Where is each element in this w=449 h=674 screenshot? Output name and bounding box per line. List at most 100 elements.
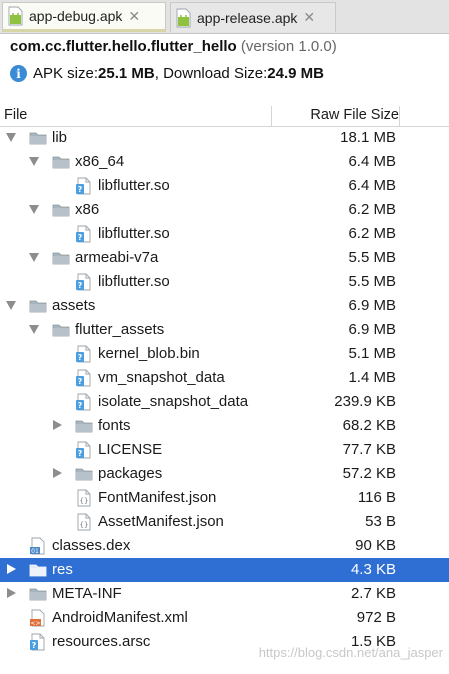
unknown-file-icon <box>75 177 93 195</box>
folder-icon <box>75 417 93 435</box>
row-name: FontManifest.json <box>98 489 217 506</box>
json-file-icon <box>75 513 93 531</box>
tree-row-android-manifest[interactable]: AndroidManifest.xml 972 B <box>0 606 449 630</box>
row-size: 6.9 MB <box>348 297 396 314</box>
folder-icon <box>52 201 70 219</box>
row-size: 972 B <box>356 609 396 626</box>
column-divider[interactable] <box>271 106 272 126</box>
chevron-down-icon[interactable] <box>29 325 39 334</box>
row-size: 68.2 KB <box>342 417 396 434</box>
row-size: 5.1 MB <box>348 345 396 362</box>
row-size: 6.9 MB <box>348 321 396 338</box>
row-name: isolate_snapshot_data <box>98 393 249 410</box>
column-header-file[interactable]: File <box>4 107 27 123</box>
row-name: kernel_blob.bin <box>98 345 200 362</box>
row-size: 2.7 KB <box>350 585 396 602</box>
tree-row-libflutter-x86_64[interactable]: libflutter.so 6.4 MB <box>0 174 449 198</box>
tree-row-assets[interactable]: assets 6.9 MB <box>0 294 449 318</box>
chevron-right-icon[interactable] <box>7 588 16 598</box>
row-name: AndroidManifest.xml <box>52 609 188 626</box>
tree-row-res[interactable]: res 4.3 KB <box>0 558 449 582</box>
row-name: libflutter.so <box>98 273 170 290</box>
tree-row-license[interactable]: LICENSE 77.7 KB <box>0 438 449 462</box>
row-name: META-INF <box>52 585 122 602</box>
row-size: 239.9 KB <box>334 393 396 410</box>
tree-row-packages[interactable]: packages 57.2 KB <box>0 462 449 486</box>
folder-icon <box>75 465 93 483</box>
row-size: 6.2 MB <box>348 225 396 242</box>
chevron-right-icon[interactable] <box>7 564 16 574</box>
tree-row-libflutter-x86[interactable]: libflutter.so 6.2 MB <box>0 222 449 246</box>
unknown-file-icon <box>75 393 93 411</box>
folder-icon <box>29 585 47 603</box>
folder-icon <box>29 129 47 147</box>
chevron-down-icon[interactable] <box>29 205 39 214</box>
row-size: 90 KB <box>355 537 396 554</box>
unknown-file-icon <box>75 345 93 363</box>
row-size: 116 B <box>357 489 396 506</box>
apk-size-info: i APK size: 25.1 MB , Download Size: 24.… <box>10 65 324 82</box>
package-name: com.cc.flutter.hello.flutter_hello (vers… <box>10 38 337 55</box>
chevron-down-icon[interactable] <box>29 253 39 262</box>
chevron-down-icon[interactable] <box>29 157 39 166</box>
column-header-raw-size[interactable]: Raw File Size <box>310 107 399 123</box>
row-size: 6.4 MB <box>348 177 396 194</box>
dex-file-icon <box>29 537 47 555</box>
row-name: classes.dex <box>52 537 131 554</box>
chevron-down-icon[interactable] <box>6 133 16 142</box>
row-name: armeabi-v7a <box>75 249 159 266</box>
row-size: 5.5 MB <box>348 273 396 290</box>
folder-icon <box>29 561 47 579</box>
tab-label: app-release.apk <box>197 9 298 26</box>
tree-row-font-manifest[interactable]: FontManifest.json 116 B <box>0 486 449 510</box>
json-file-icon <box>75 489 93 507</box>
folder-icon <box>52 249 70 267</box>
chevron-right-icon[interactable] <box>53 468 62 478</box>
tree-row-lib[interactable]: lib 18.1 MB <box>0 126 449 150</box>
editor-tab-bar: app-debug.apk ✕ app-release.apk ✕ <box>0 0 449 34</box>
tree-row-x86_64[interactable]: x86_64 6.4 MB <box>0 150 449 174</box>
tree-row-armeabi-v7a[interactable]: armeabi-v7a 5.5 MB <box>0 246 449 270</box>
column-divider[interactable] <box>399 106 400 126</box>
tree-row-flutter-assets[interactable]: flutter_assets 6.9 MB <box>0 318 449 342</box>
tab-label: app-debug.apk <box>29 8 123 24</box>
folder-icon <box>52 321 70 339</box>
row-size: 6.2 MB <box>348 201 396 218</box>
tree-row-fonts[interactable]: fonts 68.2 KB <box>0 414 449 438</box>
row-size: 4.3 KB <box>350 561 396 578</box>
tab-app-release[interactable]: app-release.apk ✕ <box>170 2 336 32</box>
row-name: vm_snapshot_data <box>98 369 225 386</box>
apk-file-icon <box>7 6 25 26</box>
close-icon[interactable]: ✕ <box>303 9 315 26</box>
row-name: AssetManifest.json <box>98 513 224 530</box>
row-name: LICENSE <box>98 441 163 458</box>
row-size: 53 B <box>365 513 396 530</box>
unknown-file-icon <box>75 369 93 387</box>
row-name: lib <box>52 129 68 146</box>
apk-size-label: APK size: <box>33 65 99 82</box>
chevron-right-icon[interactable] <box>53 420 62 430</box>
chevron-down-icon[interactable] <box>6 301 16 310</box>
row-name: x86_64 <box>75 153 125 170</box>
row-size: 1.4 MB <box>348 369 396 386</box>
download-size-label: , Download Size: <box>154 65 268 82</box>
row-name: fonts <box>98 417 131 434</box>
tree-row-x86[interactable]: x86 6.2 MB <box>0 198 449 222</box>
row-size: 77.7 KB <box>342 441 396 458</box>
unknown-file-icon <box>75 441 93 459</box>
folder-icon <box>52 153 70 171</box>
tree-row-meta-inf[interactable]: META-INF 2.7 KB <box>0 582 449 606</box>
tree-row-vm-snapshot[interactable]: vm_snapshot_data 1.4 MB <box>0 366 449 390</box>
row-name: res <box>52 561 73 578</box>
row-size: 6.4 MB <box>348 153 396 170</box>
row-name: assets <box>52 297 96 314</box>
apk-size-value: 25.1 MB <box>98 65 155 82</box>
close-icon[interactable]: ✕ <box>128 8 140 25</box>
tree-row-classes-dex[interactable]: classes.dex 90 KB <box>0 534 449 558</box>
tree-row-isolate-snapshot[interactable]: isolate_snapshot_data 239.9 KB <box>0 390 449 414</box>
info-icon: i <box>10 65 27 82</box>
tree-row-asset-manifest[interactable]: AssetManifest.json 53 B <box>0 510 449 534</box>
tree-row-kernel-blob[interactable]: kernel_blob.bin 5.1 MB <box>0 342 449 366</box>
tab-app-debug[interactable]: app-debug.apk ✕ <box>2 2 166 32</box>
tree-row-libflutter-armeabi[interactable]: libflutter.so 5.5 MB <box>0 270 449 294</box>
